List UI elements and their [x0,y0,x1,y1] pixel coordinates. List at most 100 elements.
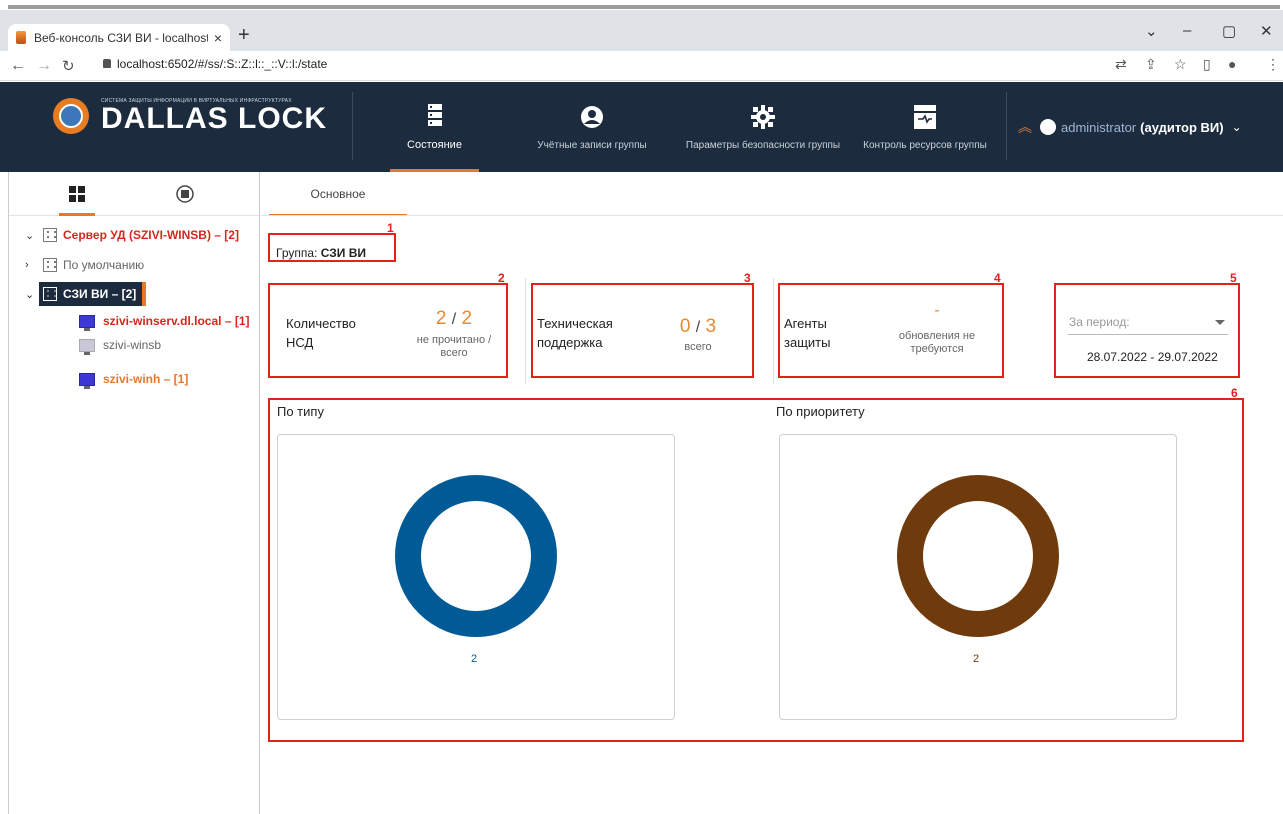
period-underline [1068,334,1228,335]
nav-state-label: Состояние [407,139,462,151]
nsd-sub-line1: не прочитано / [416,334,492,346]
chevron-down-icon[interactable]: ⌄ [1232,120,1242,134]
user-name: administrator [1061,119,1137,135]
nav-group-accounts[interactable]: Учётные записи группы [520,82,664,172]
tab-divider [261,215,1283,216]
tab-virtualization[interactable] [167,172,203,216]
main-content: Основное 1 Группа: СЗИ ВИ 2 Количество Н… [261,172,1283,814]
tree-node-default[interactable]: › По умолчанию [25,258,144,272]
tree-group-label: СЗИ ВИ – [2] [63,287,137,301]
tree-node-server[interactable]: ⌄ Сервер УД (SZIVI-WINSB) – [2] [25,228,239,242]
by-priority-card: 2 [779,434,1177,720]
tree-node-group[interactable]: ⌄ СЗИ ВИ – [2] [25,282,147,306]
by-type-donut[interactable] [395,475,557,637]
tree-host-label: szivi-winsb [103,338,162,352]
profile-icon[interactable]: ● [1228,56,1236,72]
tree-server-label: Сервер УД (SZIVI-WINSB) – [2] [63,228,239,242]
tab-search-icon[interactable]: ⌄ [1145,22,1158,40]
window-top-strip [0,0,1283,10]
chevron-right-icon[interactable]: › [25,259,39,271]
bookmark-star-icon[interactable]: ☆ [1174,56,1187,73]
nav-group-security-label: Параметры безопасности группы [685,139,841,151]
period-range: 28.07.2022 - 29.07.2022 [1087,350,1218,364]
close-tab-icon[interactable]: × [214,30,222,46]
left-panel-tabs [9,172,259,216]
group-name: СЗИ ВИ [320,246,366,260]
support-a: 0 [679,316,691,337]
reload-icon[interactable]: ↻ [62,57,75,75]
sidepanel-icon[interactable]: ▯ [1203,56,1211,73]
menu-kebab-icon[interactable]: ⋮ [1266,56,1280,73]
window-title-bar [8,5,1280,9]
stat-divider [525,278,526,384]
nav-group-resources-label: Контроль ресурсов группы [863,139,987,151]
dropdown-arrow-icon[interactable] [1215,320,1225,325]
stat-divider [773,278,774,384]
new-tab-button[interactable]: + [238,24,250,47]
agents-sub-line2: требуются [910,343,964,355]
support-sub: всего [684,341,712,353]
nsd-label-line1: Количество [286,316,356,331]
nav-group-security[interactable]: Параметры безопасности группы [673,82,853,172]
dallas-lock-logo[interactable]: СИСТЕМА ЗАЩИТЫ ИНФОРМАЦИИ В ВИРТУАЛЬНЫХ … [53,98,327,134]
support-label-line1: Техническая [537,316,613,331]
nsd-unread: 2 [435,308,447,329]
support-b: 3 [705,316,717,337]
address-bar: ← → ↻ localhost:6502/#/ss/:S::Z::l::_::V… [0,51,1283,81]
windows-icon [69,186,85,202]
nsd-value[interactable]: 2 / 2 [406,308,502,330]
building-icon [43,258,57,272]
browser-tab[interactable]: Веб-консоль СЗИ ВИ - localhost × [8,24,230,51]
gear-icon [751,104,775,130]
share-icon[interactable]: ⇪ [1145,56,1157,73]
building-icon [43,287,57,301]
url-field[interactable]: localhost:6502/#/ss/:S::Z::l::_::V::l:/s… [117,57,327,71]
app-header: СИСТЕМА ЗАЩИТЫ ИНФОРМАЦИИ В ВИРТУАЛЬНЫХ … [0,82,1283,172]
by-priority-donut[interactable] [897,475,1059,637]
close-window-icon[interactable]: ✕ [1260,22,1273,40]
avatar-icon [1040,119,1056,135]
marker-5: 5 [1230,271,1237,285]
tab-main[interactable]: Основное [269,172,407,216]
tab-windows[interactable] [59,172,95,216]
nav-state[interactable]: Состояние [390,82,479,172]
tree-host-label: szivi-winh – [1] [103,372,189,386]
forward-icon[interactable]: → [36,57,52,75]
group-title: Группа: СЗИ ВИ [276,246,366,260]
favicon-icon [16,31,26,44]
agents-label-line1: Агенты [784,316,827,331]
agents-sub: обновления не требуются [881,330,993,356]
support-sep: / [695,319,701,336]
agents-label-line2: защиты [784,335,831,350]
computer-icon [79,338,95,355]
chevron-up-double-icon[interactable]: ︽ [1018,117,1032,137]
user-menu[interactable]: ︽ administrator (аудитор ВИ) ⌄ [1018,117,1242,137]
nav-group-resources[interactable]: Контроль ресурсов группы [856,82,994,172]
header-divider-right [1006,92,1007,160]
tree-node-host[interactable]: szivi-winh – [1] [79,372,189,389]
by-priority-title: По приоритету [776,404,865,419]
marker-2: 2 [498,271,505,285]
back-icon[interactable]: ← [10,57,26,75]
support-label-line2: поддержка [537,335,603,350]
tree-node-host[interactable]: szivi-winserv.dl.local – [1] [79,314,250,331]
agents-sub-line1: обновления не [898,330,976,342]
group-label: Группа: [276,246,318,260]
chevron-down-icon[interactable]: ⌄ [25,288,39,301]
by-type-card: 2 [277,434,675,720]
tree-node-host[interactable]: szivi-winsb [79,338,162,355]
tree-group-selected[interactable]: СЗИ ВИ – [2] [39,282,147,306]
marker-1: 1 [387,221,394,235]
tree-default-label: По умолчанию [63,258,145,272]
restore-icon[interactable]: ▢ [1222,22,1236,40]
by-type-title: По типу [277,404,324,419]
minimize-icon[interactable]: – [1183,22,1191,39]
period-placeholder: За период: [1069,315,1130,329]
translate-icon[interactable]: ⇄ [1115,56,1127,73]
user-circle-icon [580,104,604,130]
computer-icon [79,372,95,389]
virtual-host-icon [176,185,194,203]
marker-6: 6 [1231,386,1238,400]
support-value[interactable]: 0 / 3 [653,316,743,338]
chevron-down-icon[interactable]: ⌄ [25,229,39,242]
